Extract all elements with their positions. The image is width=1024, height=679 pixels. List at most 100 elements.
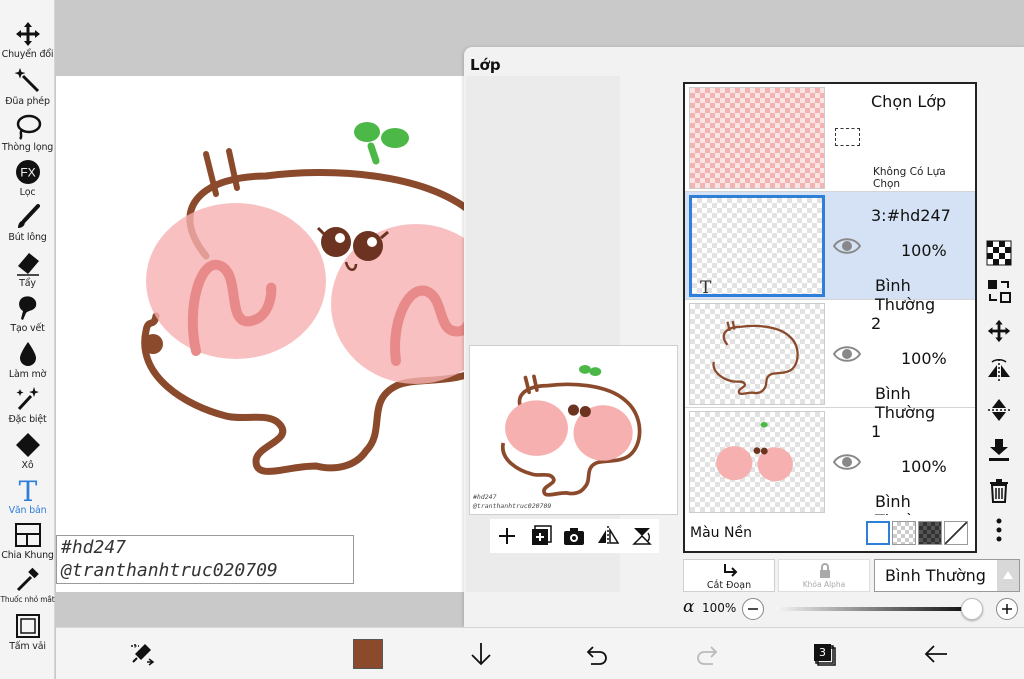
opacity-value: 100% <box>702 601 737 615</box>
tool-text[interactable]: T Văn bản <box>0 476 55 516</box>
tool-blur[interactable]: Làm mờ <box>0 340 55 380</box>
tool-transform[interactable]: Chuyển đổi <box>0 20 55 60</box>
tool-filter[interactable]: FX Lọc <box>0 158 55 198</box>
tool-bucket[interactable]: Xô <box>0 431 55 471</box>
layer-row-1[interactable]: 1 100% Bình Thường <box>685 408 975 530</box>
selection-status: Không Có Lựa Chọn <box>873 166 946 190</box>
tool-eraser[interactable]: Tẩy <box>0 249 55 289</box>
alpha-lock-button[interactable]: Khóa Alpha <box>778 559 870 592</box>
flip-horizontal-icon[interactable] <box>596 524 620 548</box>
tool-label: Chuyển đổi <box>1 49 54 60</box>
background-color-row: Màu Nền <box>685 515 975 551</box>
checker-icon[interactable] <box>986 240 1012 266</box>
preview-toolbar <box>490 519 659 553</box>
visibility-eye-icon[interactable] <box>833 344 861 364</box>
eyedropper-icon <box>16 567 39 592</box>
visibility-eye-icon[interactable] <box>833 236 861 256</box>
bottom-toolbar: 3 <box>56 627 1024 679</box>
tool-frame-divider[interactable]: Chia Khung <box>0 521 55 561</box>
tool-label: Tạo vết <box>10 323 45 334</box>
panel-title: Lớp <box>470 56 501 74</box>
signature-line: @tranthanhtruc020709 <box>61 560 278 581</box>
signature-line: #hd247 <box>61 537 127 558</box>
tool-label: Đặc biệt <box>8 414 47 425</box>
background-label: Màu Nền <box>690 525 752 541</box>
tool-label: Thòng lọng <box>1 142 54 153</box>
layer-name: 2 <box>871 314 882 333</box>
tool-label: Chia Khung <box>1 550 54 561</box>
opacity-decrease-button[interactable] <box>742 598 764 620</box>
brush-color-swatch[interactable] <box>353 639 383 669</box>
tool-brush[interactable]: Bút lông <box>0 203 55 243</box>
opacity-increase-button[interactable] <box>996 598 1018 620</box>
redo-icon[interactable] <box>695 640 723 668</box>
tool-special-brush[interactable]: Đặc biệt <box>0 385 55 425</box>
clipping-button[interactable]: Cắt Đoạn <box>683 559 775 592</box>
flip-horizontal-icon[interactable] <box>986 357 1012 383</box>
tool-magic-wand[interactable]: Đũa phép <box>0 67 55 107</box>
rotate-icon[interactable] <box>630 524 654 548</box>
blur-drop-icon <box>19 342 36 366</box>
bucket-icon <box>15 433 40 457</box>
smudge-icon <box>18 296 36 320</box>
transfer-icon[interactable] <box>986 278 1012 304</box>
frame-divider-icon <box>14 523 41 547</box>
color-thumbnail-art <box>716 422 793 482</box>
tool-label: Xô <box>21 460 34 471</box>
transform-icon[interactable] <box>127 640 155 668</box>
tool-label: Tấm vải <box>9 641 46 652</box>
tool-label: Làm mờ <box>8 369 47 380</box>
undo-icon[interactable] <box>581 640 609 668</box>
text-layer-icon: T <box>700 278 712 297</box>
visibility-eye-icon[interactable] <box>833 452 861 472</box>
camera-icon[interactable] <box>562 524 586 548</box>
layer-row-2[interactable]: 2 100% Bình Thường <box>685 300 975 422</box>
down-arrow-icon[interactable] <box>467 640 495 668</box>
blend-mode-select[interactable]: Bình Thường <box>874 559 1020 592</box>
selection-marquee-icon <box>835 128 860 146</box>
bg-checker-swatch[interactable] <box>892 521 916 545</box>
clipping-arrow-icon <box>724 564 738 577</box>
plus-icon <box>1002 604 1012 614</box>
flip-vertical-icon[interactable] <box>986 397 1012 423</box>
bg-none-swatch[interactable] <box>944 521 968 545</box>
opacity-slider[interactable] <box>776 607 966 611</box>
magic-wand-icon <box>14 68 39 93</box>
alpha-symbol: α <box>683 597 695 617</box>
opacity-slider-knob[interactable] <box>961 598 983 620</box>
layer-list: Chọn Lớp Không Có Lựa Chọn T 3:#hd247 10… <box>683 82 977 553</box>
tool-sidebar: Chuyển đổi Đũa phép Thòng lọng FX Lọc Bú… <box>0 0 55 679</box>
layer-thumbnail <box>689 411 825 513</box>
bg-dark-checker-swatch[interactable] <box>918 521 942 545</box>
trash-icon[interactable] <box>986 477 1012 503</box>
blend-mode-value: Bình Thường <box>885 566 986 585</box>
clipping-label: Cắt Đoạn <box>706 580 752 591</box>
tool-label: Tẩy <box>19 278 36 289</box>
more-icon[interactable] <box>986 517 1012 543</box>
layers-button[interactable]: 3 <box>810 640 838 668</box>
back-icon[interactable] <box>922 640 950 668</box>
bg-white-swatch[interactable] <box>866 521 890 545</box>
tool-label: Thuốc nhỏ mắt <box>0 595 55 604</box>
tool-eyedropper[interactable]: Thuốc nhỏ mắt <box>0 566 55 604</box>
merge-down-icon[interactable] <box>986 437 1012 463</box>
fx-filter-icon: FX <box>15 160 40 184</box>
svg-text:T: T <box>18 476 37 504</box>
preview-signature-line: #hd247 <box>473 493 497 501</box>
tool-smudge[interactable]: Tạo vết <box>0 294 55 334</box>
tool-canvas[interactable]: Tấm vải <box>0 612 55 652</box>
add-icon[interactable] <box>495 524 519 548</box>
layer-opacity: 100% <box>901 457 947 476</box>
special-brush-icon <box>16 387 39 411</box>
preview-artwork <box>501 364 642 497</box>
layer-row-3[interactable]: T 3:#hd247 100% Bình Thường <box>685 192 975 314</box>
minus-icon <box>748 608 758 610</box>
preview-signature-line: @tranthanhtruc020709 <box>473 502 552 510</box>
move-icon[interactable] <box>986 318 1012 344</box>
text-layer-box[interactable]: #hd247 @tranthanhtruc020709 <box>56 535 354 584</box>
add-layer-icon[interactable] <box>529 524 553 548</box>
selection-layer-row[interactable]: Chọn Lớp Không Có Lựa Chọn <box>685 84 975 192</box>
tool-lasso[interactable]: Thòng lọng <box>0 113 55 153</box>
canvas-icon <box>15 614 40 638</box>
layer-thumbnail: T <box>689 195 825 297</box>
